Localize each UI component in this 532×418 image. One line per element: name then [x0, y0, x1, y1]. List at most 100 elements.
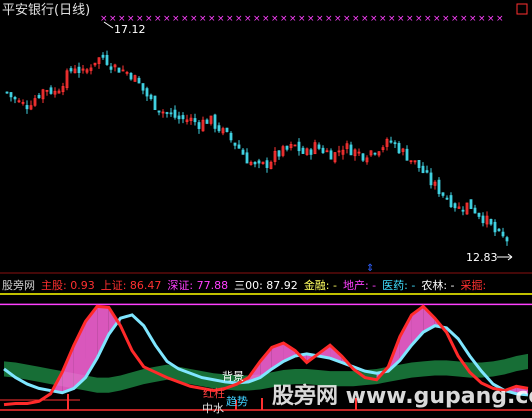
- annotation-label: 红柱: [203, 387, 225, 400]
- candle-body: [461, 209, 465, 212]
- candle-body: [37, 94, 41, 99]
- low-price-label: 12.83: [466, 251, 498, 264]
- top-marker: ×: [370, 14, 378, 24]
- candle-body: [265, 160, 269, 168]
- top-marker: ×: [280, 14, 288, 24]
- top-marker: ×: [478, 14, 486, 24]
- candle-body: [245, 152, 249, 164]
- candle-body: [445, 197, 449, 200]
- candle-body: [329, 150, 333, 160]
- annotation-label: 背景: [222, 370, 244, 383]
- top-marker: ×: [424, 14, 432, 24]
- high-price-label: 17.12: [114, 23, 146, 36]
- top-marker: ×: [289, 14, 297, 24]
- candle-body: [229, 132, 233, 141]
- candle-body: [421, 165, 425, 174]
- top-marker: ×: [433, 14, 441, 24]
- candle-body: [149, 94, 153, 100]
- legend-item: 医药: -: [382, 279, 416, 292]
- candle-body: [241, 149, 245, 155]
- candle-body: [505, 237, 509, 242]
- candle-body: [477, 212, 481, 217]
- candle-body: [301, 147, 305, 154]
- legend-item: 上证: 86.47: [100, 279, 162, 292]
- candle-body: [181, 115, 185, 120]
- top-marker: ×: [334, 14, 342, 24]
- candle-body: [237, 144, 241, 149]
- candle-body: [117, 67, 121, 73]
- top-marker: ×: [199, 14, 207, 24]
- top-marker: ×: [451, 14, 459, 24]
- top-marker: ×: [154, 14, 162, 24]
- candle-body: [453, 203, 457, 209]
- candle-body: [361, 153, 365, 161]
- candle-body: [105, 54, 109, 65]
- candle-body: [197, 122, 201, 129]
- candle-body: [405, 148, 409, 161]
- top-marker: ×: [379, 14, 387, 24]
- top-marker: ×: [253, 14, 261, 24]
- candle-body: [169, 112, 173, 115]
- top-marker: ×: [415, 14, 423, 24]
- pink-fill: [97, 306, 109, 359]
- candle-body: [157, 110, 161, 113]
- candle-body: [177, 115, 181, 120]
- top-marker: ×: [100, 14, 108, 24]
- candle-body: [153, 95, 157, 110]
- indicator-legend: 股旁网 主股: 0.93 上证: 86.47 深证: 77.88 三00: 87.92 金…: [2, 277, 492, 293]
- candle-body: [481, 215, 485, 224]
- candle-body: [441, 192, 445, 196]
- candle-body: [137, 77, 141, 84]
- candle-body: [13, 97, 17, 100]
- candle-body: [437, 179, 441, 195]
- top-marker: ×: [469, 14, 477, 24]
- candle-body: [173, 109, 177, 118]
- candle-body: [69, 68, 73, 72]
- top-marker: ×: [271, 14, 279, 24]
- candle-body: [469, 199, 473, 209]
- top-marker: ×: [397, 14, 405, 24]
- legend-item: 三00: 87.92: [234, 279, 298, 292]
- candle-body: [497, 228, 501, 232]
- top-marker: ×: [217, 14, 225, 24]
- candle-body: [145, 88, 149, 97]
- top-marker: ×: [352, 14, 360, 24]
- blue-marker: ⇕: [366, 263, 374, 274]
- candle-body: [297, 141, 301, 152]
- candle-body: [309, 149, 313, 155]
- top-marker: ×: [298, 14, 306, 24]
- top-marker: ×: [145, 14, 153, 24]
- top-marker: ×: [406, 14, 414, 24]
- candle-body: [349, 144, 353, 156]
- candle-body: [429, 172, 433, 186]
- top-marker: ×: [442, 14, 450, 24]
- chart-title: 平安银行(日线): [2, 3, 91, 18]
- annotation-label: 趋势: [226, 395, 248, 408]
- top-marker: ×: [208, 14, 216, 24]
- candle-body: [193, 118, 197, 123]
- candle-body: [449, 195, 453, 208]
- candle-body: [277, 150, 281, 157]
- legend-item: 地产: -: [342, 279, 377, 292]
- top-marker: ×: [316, 14, 324, 24]
- chart-canvas: × × × × × × × × × × × × × × × × × × × × × × × × × × × × × × × × × × × × × × × ×…: [0, 3, 532, 411]
- candle-body: [321, 147, 325, 154]
- candle-body: [501, 231, 505, 237]
- candle-body: [213, 114, 217, 129]
- top-marker: ×: [343, 14, 351, 24]
- legend-item: 农林: -: [421, 279, 455, 292]
- legend-item: 深证: 77.88: [167, 279, 229, 292]
- candle-body: [101, 54, 105, 58]
- candle-body: [473, 207, 477, 214]
- legend-item: 主股: 0.93: [41, 279, 95, 292]
- top-marker: ×: [307, 14, 315, 24]
- candle-body: [393, 142, 397, 145]
- candle-body: [257, 160, 261, 164]
- top-marker: ×: [190, 14, 198, 24]
- top-marker: ×: [487, 14, 495, 24]
- top-marker: ×: [235, 14, 243, 24]
- candle-body: [317, 144, 321, 149]
- candle-body: [25, 105, 29, 110]
- close-box-icon: [516, 3, 528, 15]
- candle-body: [425, 170, 429, 173]
